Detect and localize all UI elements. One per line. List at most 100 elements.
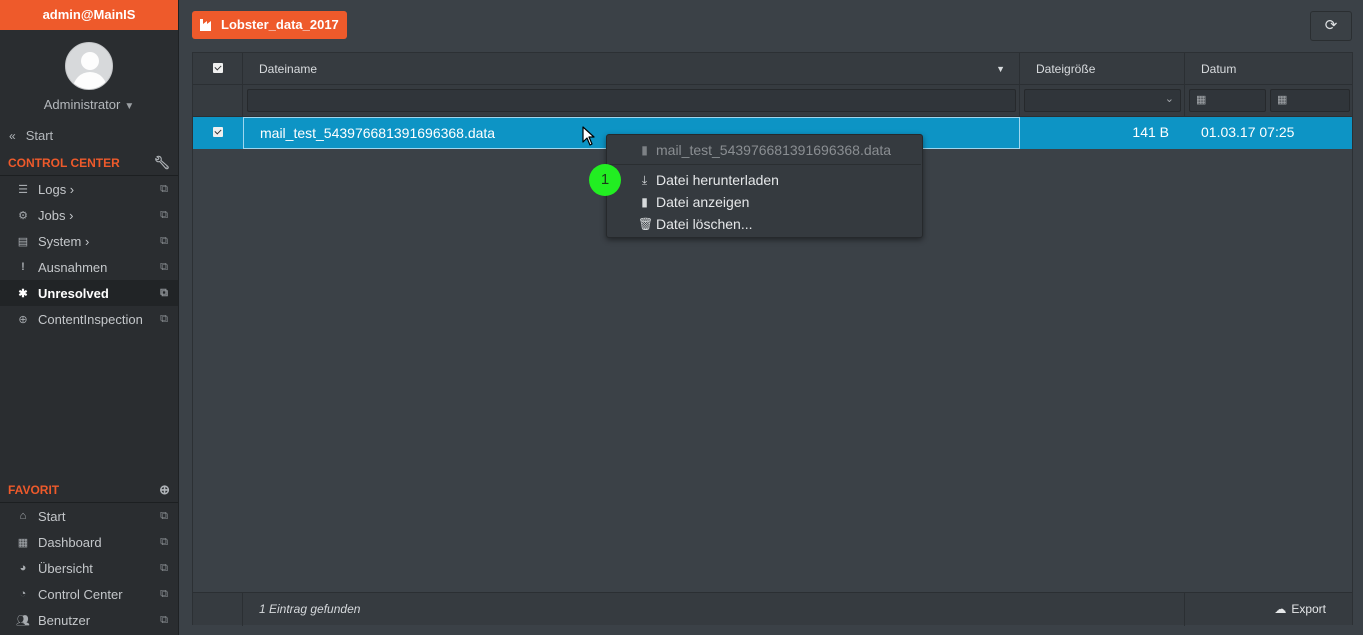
footer-divider — [242, 593, 243, 626]
external-link-icon[interactable]: ⧉ — [160, 510, 168, 523]
file-icon: ▮ — [641, 195, 648, 209]
pie-chart-icon: ◕ — [19, 562, 27, 574]
sidebar-item-contentinspection[interactable]: ⊕ ContentInspection ⧉ — [0, 306, 178, 332]
favorite-item-benutzer[interactable]: 👥︎ Benutzer ⧉ — [0, 607, 178, 633]
external-link-icon[interactable]: ⧉ — [160, 588, 168, 601]
filter-cell-name — [243, 85, 1020, 117]
context-menu-title: ▮ mail_test_543976681391696368.data — [638, 140, 891, 160]
filter-date-to[interactable]: ▦ — [1270, 89, 1350, 112]
filter-name-input[interactable] — [247, 89, 1016, 112]
external-link-icon[interactable]: ⧉ — [160, 235, 168, 248]
users-icon: 👥︎ — [16, 614, 30, 627]
column-header-name[interactable]: Dateiname ▼ — [243, 53, 1020, 85]
sidebar-item-label: Jobs › — [38, 207, 74, 223]
favorite-item-start[interactable]: ⌂ Start ⧉ — [0, 503, 178, 529]
entry-count: 1 Eintrag gefunden — [259, 602, 361, 616]
external-link-icon[interactable]: ⧉ — [160, 287, 168, 300]
external-link-icon[interactable]: ⧉ — [160, 536, 168, 549]
search-plus-icon: ⊕ — [18, 313, 28, 326]
external-link-icon[interactable]: ⧉ — [160, 183, 168, 196]
th-large-icon: ▦ — [17, 536, 29, 549]
menu-item-label: Datei löschen... — [656, 216, 753, 232]
sidebar-start-link[interactable]: « Start — [0, 126, 178, 146]
column-header-date-label: Datum — [1201, 62, 1237, 76]
plus-circle-icon[interactable]: ⊕ — [159, 482, 170, 498]
select-all-header — [193, 53, 243, 85]
menu-item-delete[interactable]: 🗑︎ Datei löschen... — [638, 214, 753, 234]
menu-item-view[interactable]: ▮ Datei anzeigen — [638, 192, 749, 212]
grid-footer: 1 Eintrag gefunden ☁ Export — [193, 592, 1352, 626]
select-all-checkbox[interactable] — [212, 63, 223, 73]
context-menu: ▮ mail_test_543976681391696368.data ⤓ Da… — [606, 134, 923, 238]
sidebar-start-label: Start — [25, 128, 54, 143]
filter-date-from[interactable]: ▦ — [1189, 89, 1266, 112]
menu-item-download[interactable]: ⤓ Datei herunterladen — [638, 170, 779, 190]
favorite-item-control-center[interactable]: ◔ Control Center ⧉ — [0, 581, 178, 607]
sidebar-item-unresolved[interactable]: ✱ Unresolved ⧉ — [0, 280, 178, 306]
menu-item-label: Datei anzeigen — [656, 194, 750, 210]
favorites-section: FAVORIT ⊕ ⌂ Start ⧉ ▦ Dashboard ⧉ ◕ Über… — [0, 477, 178, 633]
file-icon: ▮ — [641, 143, 648, 157]
external-link-icon[interactable]: ⧉ — [160, 614, 168, 627]
sidebar-item-system[interactable]: ▤ System › ⧉ — [0, 228, 178, 254]
industry-icon — [200, 19, 211, 31]
column-header-size-label: Dateigröße — [1036, 62, 1096, 76]
export-button[interactable]: ☁ Export — [1274, 593, 1326, 626]
avatar[interactable] — [65, 42, 113, 90]
user-role-dropdown[interactable]: Administrator ▼ — [0, 97, 178, 112]
row-filesize: 141 B — [1132, 124, 1169, 140]
row-checkbox[interactable] — [213, 127, 223, 137]
download-icon: ⤓ — [641, 173, 648, 187]
context-menu-divider — [608, 164, 921, 165]
server-icon: ▤ — [17, 235, 29, 248]
calendar-icon: ▦ — [1196, 94, 1207, 106]
sidebar-item-label: Unresolved — [38, 285, 109, 301]
favorite-item-dashboard[interactable]: ▦ Dashboard ⧉ — [0, 529, 178, 555]
wrench-icon[interactable]: 🔧︎ — [153, 155, 170, 171]
sidebar-item-ausnahmen[interactable]: ! Ausnahmen ⧉ — [0, 254, 178, 280]
filter-cell-date: ▦ ▦ — [1185, 85, 1352, 117]
mouse-cursor-icon — [582, 126, 595, 146]
favorite-item-label: Control Center — [38, 586, 123, 602]
column-header-size[interactable]: Dateigröße — [1020, 53, 1185, 85]
home-icon: ⌂ — [19, 510, 27, 522]
cloud-download-icon: ☁ — [1274, 602, 1287, 616]
sidebar-item-jobs[interactable]: ⚙ Jobs › ⧉ — [0, 202, 178, 228]
external-link-icon[interactable]: ⧉ — [160, 261, 168, 274]
exclamation-icon: ! — [21, 261, 25, 273]
sidebar-item-label: ContentInspection — [38, 311, 143, 327]
row-checkbox-cell — [193, 117, 243, 149]
favorites-header: FAVORIT ⊕ — [0, 477, 178, 503]
chevron-down-icon: ⌄ — [1164, 93, 1174, 105]
favorite-item-label: Start — [38, 508, 66, 524]
trash-icon: 🗑︎ — [638, 217, 654, 231]
export-label: Export — [1291, 602, 1326, 616]
sliders-icon: ⚙ — [18, 209, 28, 222]
sort-desc-icon[interactable]: ▼ — [996, 53, 1005, 85]
sidebar-user-header: admin@MainIS — [0, 0, 178, 30]
external-link-icon[interactable]: ⧉ — [160, 562, 168, 575]
sidebar-item-logs[interactable]: ☰ Logs › ⧉ — [0, 176, 178, 202]
favorite-item-label: Übersicht — [38, 560, 93, 576]
filter-size-select[interactable]: ⌄ — [1024, 89, 1181, 112]
refresh-button[interactable]: ⟳ — [1310, 11, 1352, 41]
tachometer-icon: ◔ — [19, 588, 27, 600]
user-role-label: Administrator — [43, 97, 121, 112]
project-button[interactable]: Lobster_data_2017 — [192, 11, 347, 39]
main-content: Lobster_data_2017 ⟳ Dateiname ▼ Dateigrö… — [180, 0, 1363, 635]
column-header-date[interactable]: Datum — [1185, 53, 1352, 85]
context-menu-title-label: mail_test_543976681391696368.data — [656, 142, 892, 158]
sidebar-item-label: Ausnahmen — [38, 259, 108, 275]
sidebar-item-label: System › — [38, 233, 90, 249]
avatar-body — [73, 72, 107, 89]
sidebar-item-label: Logs › — [38, 181, 75, 197]
menu-item-label: Datei herunterladen — [656, 172, 779, 188]
calendar-icon: ▦ — [1277, 94, 1288, 106]
external-link-icon[interactable]: ⧉ — [160, 313, 168, 326]
double-left-icon: « — [9, 129, 16, 143]
external-link-icon[interactable]: ⧉ — [160, 209, 168, 222]
filter-cell-size: ⌄ — [1020, 85, 1185, 117]
favorite-item-uebersicht[interactable]: ◕ Übersicht ⧉ — [0, 555, 178, 581]
footer-divider — [1184, 593, 1185, 626]
project-label: Lobster_data_2017 — [221, 17, 339, 32]
